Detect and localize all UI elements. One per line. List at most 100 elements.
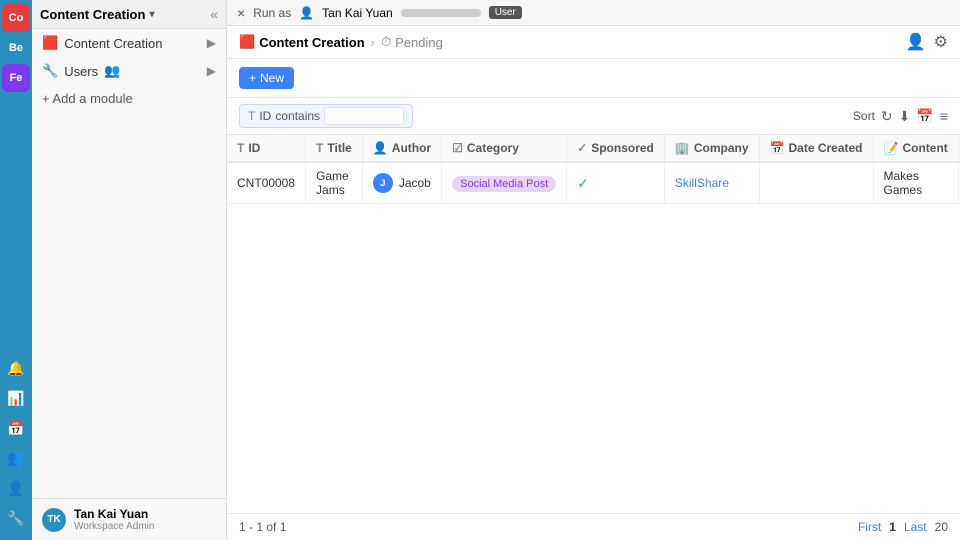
col-date-label: Date Created	[788, 141, 862, 155]
filter-bar: T ID contains Sort ↻ ⬇ 📅 ≡	[227, 98, 960, 135]
breadcrumb: 🟥 Content Creation › ⏱ Pending	[239, 34, 443, 50]
filter-field-icon: T	[248, 109, 255, 123]
sponsored-check-icon: ✓	[577, 175, 589, 191]
user-avatar: TK	[42, 508, 66, 532]
bell-icon: 🔔	[7, 359, 25, 377]
calendar-filter-icon[interactable]: 📅	[916, 108, 933, 125]
breadcrumb-pending[interactable]: ⏱ Pending	[381, 34, 443, 50]
cell-date-created	[759, 162, 873, 204]
user-name: Tan Kai Yuan	[74, 507, 154, 521]
download-icon[interactable]: ⬇	[899, 108, 911, 125]
col-sponsored-icon: ✓	[577, 141, 587, 155]
users-label: Users	[64, 64, 98, 79]
company-link[interactable]: SkillShare	[675, 176, 729, 190]
pending-label: Pending	[395, 35, 443, 50]
people-icon-btn[interactable]: 👥	[2, 444, 30, 472]
cell-content: Makes Games	[873, 162, 958, 204]
settings-action-icon[interactable]: ⚙	[934, 32, 948, 52]
cell-title: Game Jams	[306, 162, 363, 204]
nav-sidebar: Content Creation ▾ « 🟥 Content Creation …	[32, 0, 227, 540]
sidebar-item-users[interactable]: 🔧 Users 👥 ▶	[32, 57, 226, 85]
nav-collapse-button[interactable]: «	[210, 6, 218, 22]
pagination-bar: 1 - 1 of 1 First 1 Last 20	[227, 513, 960, 540]
breadcrumb-actions: 👤 ⚙	[906, 32, 948, 52]
pagination-info: 1 - 1 of 1	[239, 520, 286, 534]
breadcrumb-content-creation[interactable]: 🟥 Content Creation	[239, 34, 365, 50]
col-author: 👤 Author	[362, 135, 441, 162]
list-icon[interactable]: ≡	[940, 108, 948, 124]
content-creation-arrow: ▶	[207, 36, 216, 50]
bell-icon-btn[interactable]: 🔔	[2, 354, 30, 382]
run-as-label: Run as	[253, 6, 291, 20]
toolbar: + New	[227, 59, 960, 98]
nav-sidebar-footer: TK Tan Kai Yuan Workspace Admin	[32, 498, 226, 540]
current-page: 1	[889, 520, 896, 534]
new-btn-label: New	[260, 71, 284, 85]
chart-icon-btn[interactable]: 📊	[2, 384, 30, 412]
col-author-label: Author	[392, 141, 431, 155]
new-button[interactable]: + New	[239, 67, 294, 89]
person-icon-btn[interactable]: 👤	[2, 474, 30, 502]
content-value: Makes Games	[884, 169, 923, 197]
pagination-controls: First 1 Last 20	[858, 520, 948, 534]
breadcrumb-cc-label: Content Creation	[259, 35, 364, 50]
people-icon: 👥	[7, 449, 25, 467]
col-category-icon: ☑	[452, 141, 463, 155]
sidebar-app-fe[interactable]: Fe	[2, 64, 30, 92]
first-page-button[interactable]: First	[858, 520, 881, 534]
app-be-label: Be	[9, 42, 23, 54]
nav-title-text: Content Creation	[40, 7, 145, 22]
row-id-value: CNT00008	[237, 176, 295, 190]
run-as-user-icon: 👤	[299, 6, 314, 20]
users-badge: 👥	[104, 63, 120, 79]
add-module-button[interactable]: + Add a module	[32, 85, 226, 112]
close-button[interactable]: ×	[237, 5, 245, 21]
last-page-button[interactable]: Last	[904, 520, 927, 534]
new-btn-icon: +	[249, 71, 256, 85]
table-row[interactable]: CNT00008 Game Jams J Jacob	[227, 162, 960, 204]
author-initials: J	[380, 178, 385, 188]
table-header-row: T ID T Title 👤 Author	[227, 135, 960, 162]
col-date-created: 📅 Date Created	[759, 135, 873, 162]
col-sponsored-label: Sponsored	[591, 141, 654, 155]
nav-sidebar-header: Content Creation ▾ «	[32, 0, 226, 29]
tools-icon-btn[interactable]: 🔧	[2, 504, 30, 532]
run-as-username: Tan Kai Yuan	[322, 6, 393, 20]
refresh-icon[interactable]: ↻	[881, 108, 893, 125]
col-company-icon: 🏢	[675, 141, 690, 155]
calendar-icon-btn[interactable]: 📅	[2, 414, 30, 442]
add-module-label: + Add a module	[42, 91, 133, 106]
filter-field: ID	[259, 109, 271, 123]
users-action-icon[interactable]: 👤	[906, 32, 926, 52]
filter-chip[interactable]: T ID contains	[239, 104, 413, 128]
col-content: 📝 Content	[873, 135, 958, 162]
filter-sort: Sort ↻ ⬇ 📅 ≡	[853, 108, 948, 125]
app-fe-label: Fe	[10, 72, 23, 84]
users-icon: 🔧	[42, 63, 58, 79]
data-table: T ID T Title 👤 Author	[227, 135, 960, 513]
app-co-label: Co	[9, 12, 24, 24]
cell-sponsored: ✓	[567, 162, 665, 204]
col-title-icon: T	[316, 141, 323, 155]
user-badge: User	[489, 6, 522, 19]
run-as-progress-bar	[401, 9, 481, 17]
calendar-icon: 📅	[7, 419, 25, 437]
sidebar-app-be[interactable]: Be	[2, 34, 30, 62]
nav-sidebar-title: Content Creation ▾	[40, 7, 154, 22]
sidebar-item-content-creation[interactable]: 🟥 Content Creation ▶	[32, 29, 226, 57]
tools-icon: 🔧	[7, 509, 25, 527]
col-date-icon: 📅	[770, 141, 785, 155]
user-role: Workspace Admin	[74, 521, 154, 532]
col-category-label: Category	[467, 141, 519, 155]
main-content: × Run as 👤 Tan Kai Yuan User 🟥 Content C…	[227, 0, 960, 540]
col-company: 🏢 Company	[664, 135, 759, 162]
cell-id: CNT00008	[227, 162, 306, 204]
row-title-value: Game Jams	[316, 169, 349, 197]
col-content-icon: 📝	[884, 141, 899, 155]
cell-author: J Jacob	[362, 162, 441, 204]
sidebar-app-co[interactable]: Co	[2, 4, 30, 32]
person-icon: 👤	[7, 479, 25, 497]
breadcrumb-red-dot: 🟥	[239, 34, 255, 50]
filter-value-input[interactable]	[324, 107, 404, 125]
col-id-label: ID	[248, 141, 260, 155]
